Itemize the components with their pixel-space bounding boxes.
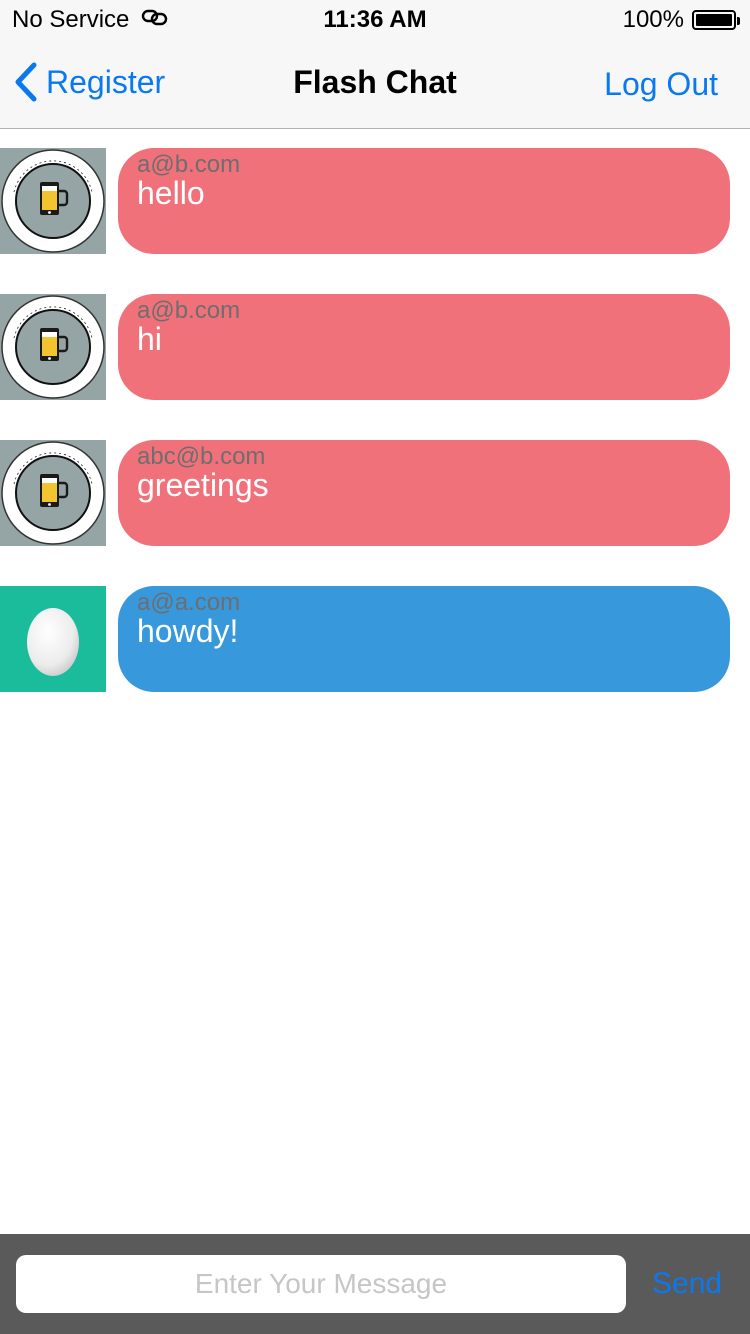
message-text: hi xyxy=(137,321,162,357)
brewery-logo-avatar xyxy=(0,294,106,400)
brewery-logo-icon xyxy=(1,441,105,545)
send-button[interactable]: Send xyxy=(652,1267,722,1301)
message-bubble: a@a.com howdy! xyxy=(118,586,730,692)
logout-button[interactable]: Log Out xyxy=(604,66,718,103)
battery-icon xyxy=(692,10,740,30)
battery-percent: 100% xyxy=(622,6,684,33)
brewery-logo-avatar xyxy=(0,440,106,546)
message-input[interactable] xyxy=(16,1255,626,1313)
message-text: hello xyxy=(137,175,205,211)
message-text: greetings xyxy=(137,467,269,503)
brewery-logo-icon xyxy=(1,295,105,399)
message-row[interactable]: a@a.com howdy! xyxy=(0,586,750,692)
brewery-logo-icon xyxy=(1,149,105,253)
message-composer: Send xyxy=(0,1234,750,1334)
egg-icon xyxy=(27,608,79,676)
message-bubble: a@b.com hello xyxy=(118,148,730,254)
message-bubble: a@b.com hi xyxy=(118,294,730,400)
message-row[interactable]: abc@b.com greetings xyxy=(0,440,750,546)
brewery-logo-avatar xyxy=(0,148,106,254)
nav-bar: Register Flash Chat Log Out xyxy=(0,40,750,129)
status-right: 100% xyxy=(622,6,740,34)
egg-avatar xyxy=(0,586,106,692)
message-text: howdy! xyxy=(137,613,239,649)
message-bubble: abc@b.com greetings xyxy=(118,440,730,546)
status-bar: No Service 11:36 AM 100% xyxy=(0,0,750,40)
message-row[interactable]: a@b.com hello xyxy=(0,148,750,254)
message-row[interactable]: a@b.com hi xyxy=(0,294,750,400)
